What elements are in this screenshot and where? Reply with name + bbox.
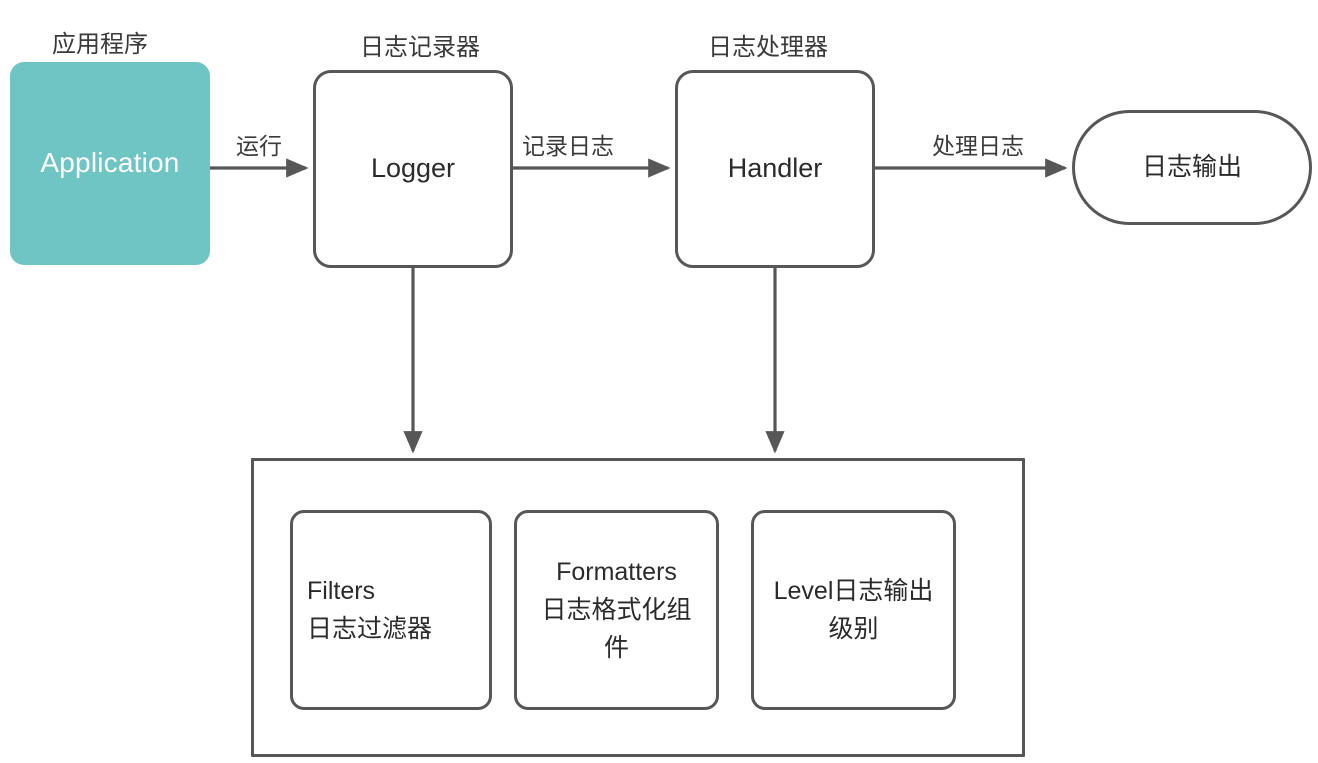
caption-application: 应用程序 xyxy=(52,31,148,58)
component-level-title: Level日志输出级别 xyxy=(773,577,934,643)
caption-logger: 日志记录器 xyxy=(360,34,480,61)
caption-handler: 日志处理器 xyxy=(708,34,828,61)
component-filters-subtitle: 日志过滤器 xyxy=(307,615,433,643)
component-formatters[interactable]: Formatters 日志格式化组件 xyxy=(514,510,719,710)
component-formatters-title: Formatters xyxy=(556,558,677,586)
node-handler[interactable]: Handler xyxy=(675,70,875,268)
node-logger[interactable]: Logger xyxy=(313,70,513,268)
edge-label-process-log: 处理日志 xyxy=(930,127,1026,161)
component-filters[interactable]: Filters 日志过滤器 xyxy=(290,510,492,710)
edge-label-run: 运行 xyxy=(234,127,284,161)
component-level[interactable]: Level日志输出级别 xyxy=(751,510,956,710)
components-row: Filters 日志过滤器 Formatters 日志格式化组件 Level日志… xyxy=(251,510,1025,710)
component-formatters-subtitle: 日志格式化组件 xyxy=(541,596,692,662)
component-filters-title: Filters xyxy=(307,577,376,605)
node-application[interactable]: Application xyxy=(10,62,210,265)
diagram-canvas: 应用程序 日志记录器 日志处理器 Application Logger Hand… xyxy=(0,0,1318,763)
node-log-output[interactable]: 日志输出 xyxy=(1072,110,1312,225)
edge-label-record-log: 记录日志 xyxy=(520,127,616,161)
